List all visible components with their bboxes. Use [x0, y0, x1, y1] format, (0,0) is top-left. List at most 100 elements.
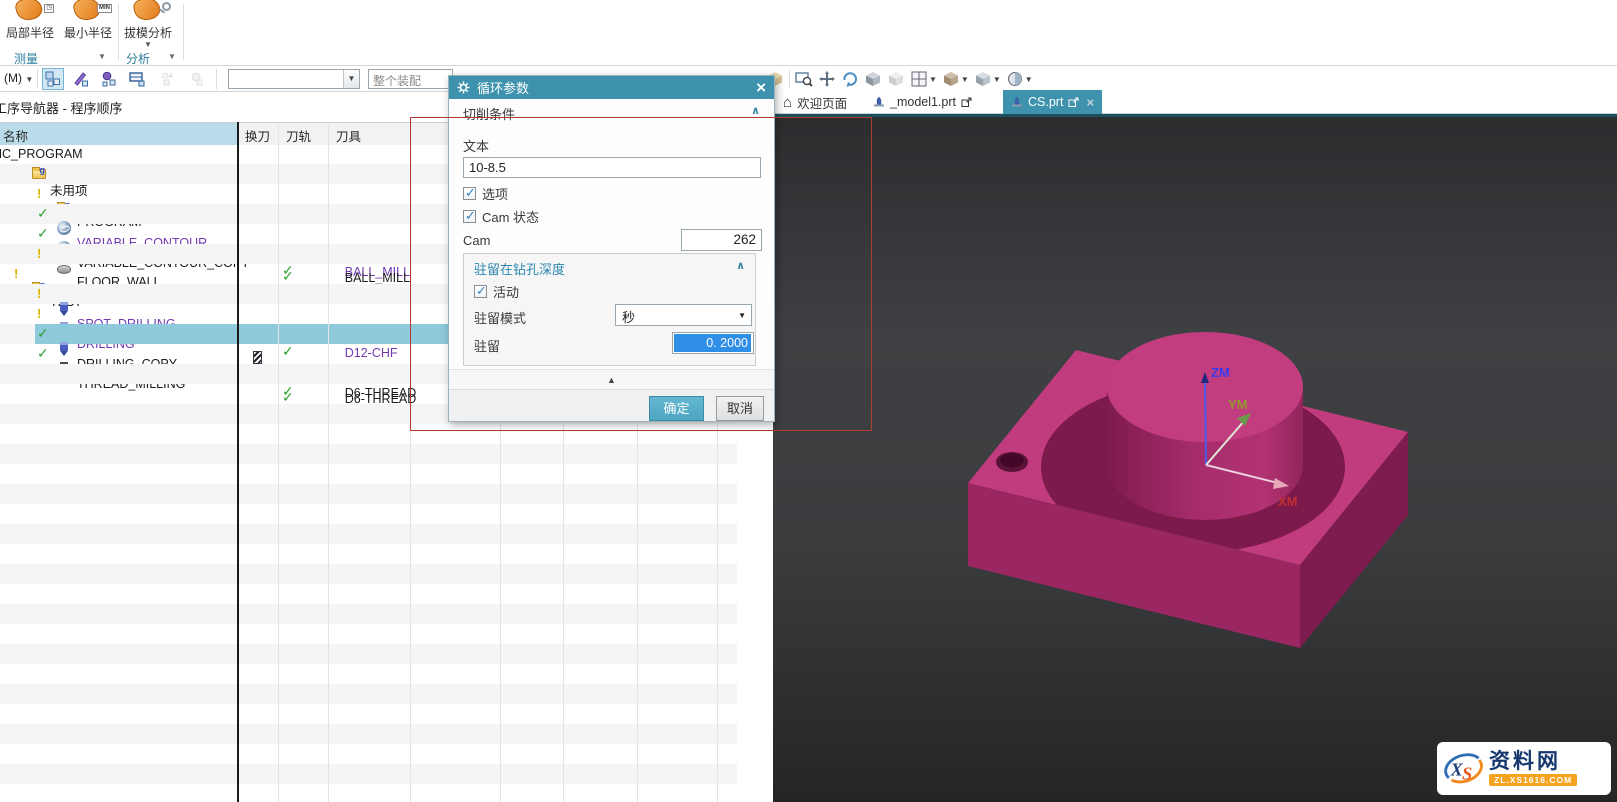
- empty-row: [0, 424, 737, 444]
- text-field-label: 文本: [463, 136, 489, 155]
- graphics-viewport[interactable]: ZM YM XM: [773, 114, 1617, 802]
- cam-value-input[interactable]: 262: [681, 229, 762, 251]
- chevron-down-icon[interactable]: ▼: [120, 41, 176, 49]
- draft-analysis-button[interactable]: 拔模分析 ▼: [120, 0, 176, 49]
- selection-scope-combo[interactable]: ▼: [228, 69, 360, 89]
- fit-view-icon[interactable]: [795, 68, 813, 90]
- shaded-view-icon[interactable]: [864, 68, 882, 90]
- warning-icon: !: [37, 186, 41, 201]
- empty-row: [0, 684, 737, 704]
- chevron-down-icon[interactable]: ▼: [993, 75, 1001, 84]
- cam-status-checkbox[interactable]: ✓: [463, 210, 476, 223]
- move-component-icon[interactable]: [98, 68, 120, 90]
- hole-inner: [1000, 454, 1024, 468]
- empty-row: [0, 464, 737, 484]
- tab-csprt[interactable]: CS.prt×: [1003, 90, 1102, 114]
- operation-name[interactable]: NC_PROGRAM: [0, 147, 83, 161]
- group-divider: [183, 4, 184, 60]
- tab-欢迎页面[interactable]: ⌂欢迎页面: [775, 90, 855, 114]
- measure-group-dropdown-icon[interactable]: ▼: [98, 52, 106, 61]
- program-group-folder-icon: [32, 169, 46, 179]
- chevron-down-icon: ▼: [25, 75, 33, 84]
- rotate-view-icon[interactable]: [841, 68, 859, 90]
- option-checkbox[interactable]: ✓: [463, 187, 476, 200]
- assembly-constraints-icon[interactable]: [126, 68, 148, 90]
- z-axis[interactable]: [1205, 381, 1206, 465]
- cam-status-checkbox-row[interactable]: ✓ Cam 状态: [463, 207, 539, 226]
- assembly-navigator-icon[interactable]: [42, 68, 64, 90]
- dwell-mode-dropdown[interactable]: 秒 ▼: [615, 304, 752, 326]
- dialog-close-button[interactable]: ×: [756, 79, 766, 96]
- analysis-group-dropdown-icon[interactable]: ▼: [168, 52, 176, 61]
- application-window: ◳ 局部半径 MIN 最小半径 拔模分析 ▼ 测量 ▼ 分析 ▼ (M) ▼ 1…: [0, 0, 1617, 802]
- watermark: X S 资料网 ZL.XS1616.COM: [1437, 742, 1611, 795]
- assembly-scope-field[interactable]: 整个装配: [368, 69, 453, 89]
- group-divider: [118, 4, 119, 60]
- min-badge: MIN: [97, 4, 112, 13]
- column-header-name[interactable]: 名称: [0, 123, 237, 145]
- local-radius-label: 局部半径: [2, 24, 58, 41]
- check-icon: ✓: [37, 205, 49, 221]
- detach-window-icon[interactable]: [961, 97, 972, 108]
- toolbar-divider: [216, 69, 217, 89]
- local-radius-button[interactable]: ◳ 局部半径: [2, 0, 58, 41]
- ok-button[interactable]: 确定: [649, 396, 704, 421]
- chevron-down-icon[interactable]: ▼: [929, 75, 937, 84]
- y-axis-label: YM: [1228, 397, 1248, 412]
- active-checkbox-label: 活动: [493, 282, 519, 301]
- collapse-section-icon[interactable]: ∧: [751, 104, 760, 117]
- dialog-button-strip: 确定 取消: [449, 390, 774, 421]
- render-style-icon[interactable]: ▼: [942, 68, 969, 90]
- empty-row: [0, 584, 737, 604]
- xs-logo-icon: X S: [1443, 748, 1485, 790]
- detach-window-icon[interactable]: [1068, 97, 1079, 108]
- chevron-down-icon[interactable]: ▼: [343, 70, 359, 88]
- close-tab-icon[interactable]: ×: [1086, 95, 1094, 110]
- pan-view-icon[interactable]: [818, 68, 836, 90]
- active-checkbox-row[interactable]: ✓ 活动: [474, 282, 519, 301]
- tab-model1prt[interactable]: _model1.prt: [865, 90, 980, 114]
- local-radius-icon: [14, 0, 45, 23]
- dwell-label: 驻留: [474, 336, 500, 355]
- edit-component-icon[interactable]: [70, 68, 92, 90]
- option-checkbox-row[interactable]: ✓ 选项: [463, 184, 508, 203]
- empty-row: [0, 784, 737, 802]
- min-radius-button[interactable]: MIN 最小半径: [60, 0, 116, 41]
- gear-icon: [457, 81, 470, 94]
- sequence-icon[interactable]: [186, 68, 208, 90]
- column-header-tool-change[interactable]: 换刀: [237, 123, 278, 145]
- dialog-collapse-strip[interactable]: ▲: [449, 369, 774, 390]
- view-layout-icon[interactable]: ▼: [910, 68, 937, 90]
- section-view-icon[interactable]: ▼: [1006, 68, 1033, 90]
- menu-m-button[interactable]: (M) ▼: [4, 71, 33, 85]
- chevron-down-icon[interactable]: ▼: [1025, 75, 1033, 84]
- min-radius-label: 最小半径: [60, 24, 116, 41]
- navigator-title: 工序导航器 - 程序顺序: [0, 98, 123, 117]
- check-icon: ✓: [37, 345, 49, 361]
- dwell-value-input[interactable]: 0. 2000: [672, 332, 754, 354]
- dwell-value-selected-text: 0. 2000: [674, 334, 752, 352]
- empty-row: [0, 484, 737, 504]
- ribbon: ◳ 局部半径 MIN 最小半径 拔模分析 ▼ 测量 ▼ 分析 ▼: [0, 0, 1617, 66]
- collapse-group-icon[interactable]: ∧: [736, 259, 745, 272]
- chevron-down-icon[interactable]: ▼: [961, 75, 969, 84]
- empty-row: [0, 764, 737, 784]
- empty-row: [0, 724, 737, 744]
- dialog-title-bar[interactable]: 循环参数 ×: [449, 76, 774, 99]
- empty-row: [0, 544, 737, 564]
- cancel-button[interactable]: 取消: [716, 396, 764, 421]
- active-checkbox[interactable]: ✓: [474, 285, 487, 298]
- warning-icon: !: [37, 286, 41, 301]
- empty-row: [0, 744, 737, 764]
- watermark-site-url: ZL.XS1616.COM: [1489, 774, 1577, 786]
- column-header-tool-path[interactable]: 刀轨: [278, 123, 328, 145]
- chevron-down-icon: ▼: [738, 311, 746, 320]
- wave-geometry-icon[interactable]: 154: [158, 68, 180, 90]
- text-input[interactable]: 10-8.5: [463, 157, 761, 178]
- wireframe-view-icon[interactable]: [887, 68, 905, 90]
- orient-view-icon[interactable]: ▼: [974, 68, 1001, 90]
- z-axis-label: ZM: [1211, 365, 1230, 380]
- warning-icon: !: [37, 306, 41, 321]
- empty-row: [0, 564, 737, 584]
- draft-analysis-label: 拔模分析: [120, 24, 176, 41]
